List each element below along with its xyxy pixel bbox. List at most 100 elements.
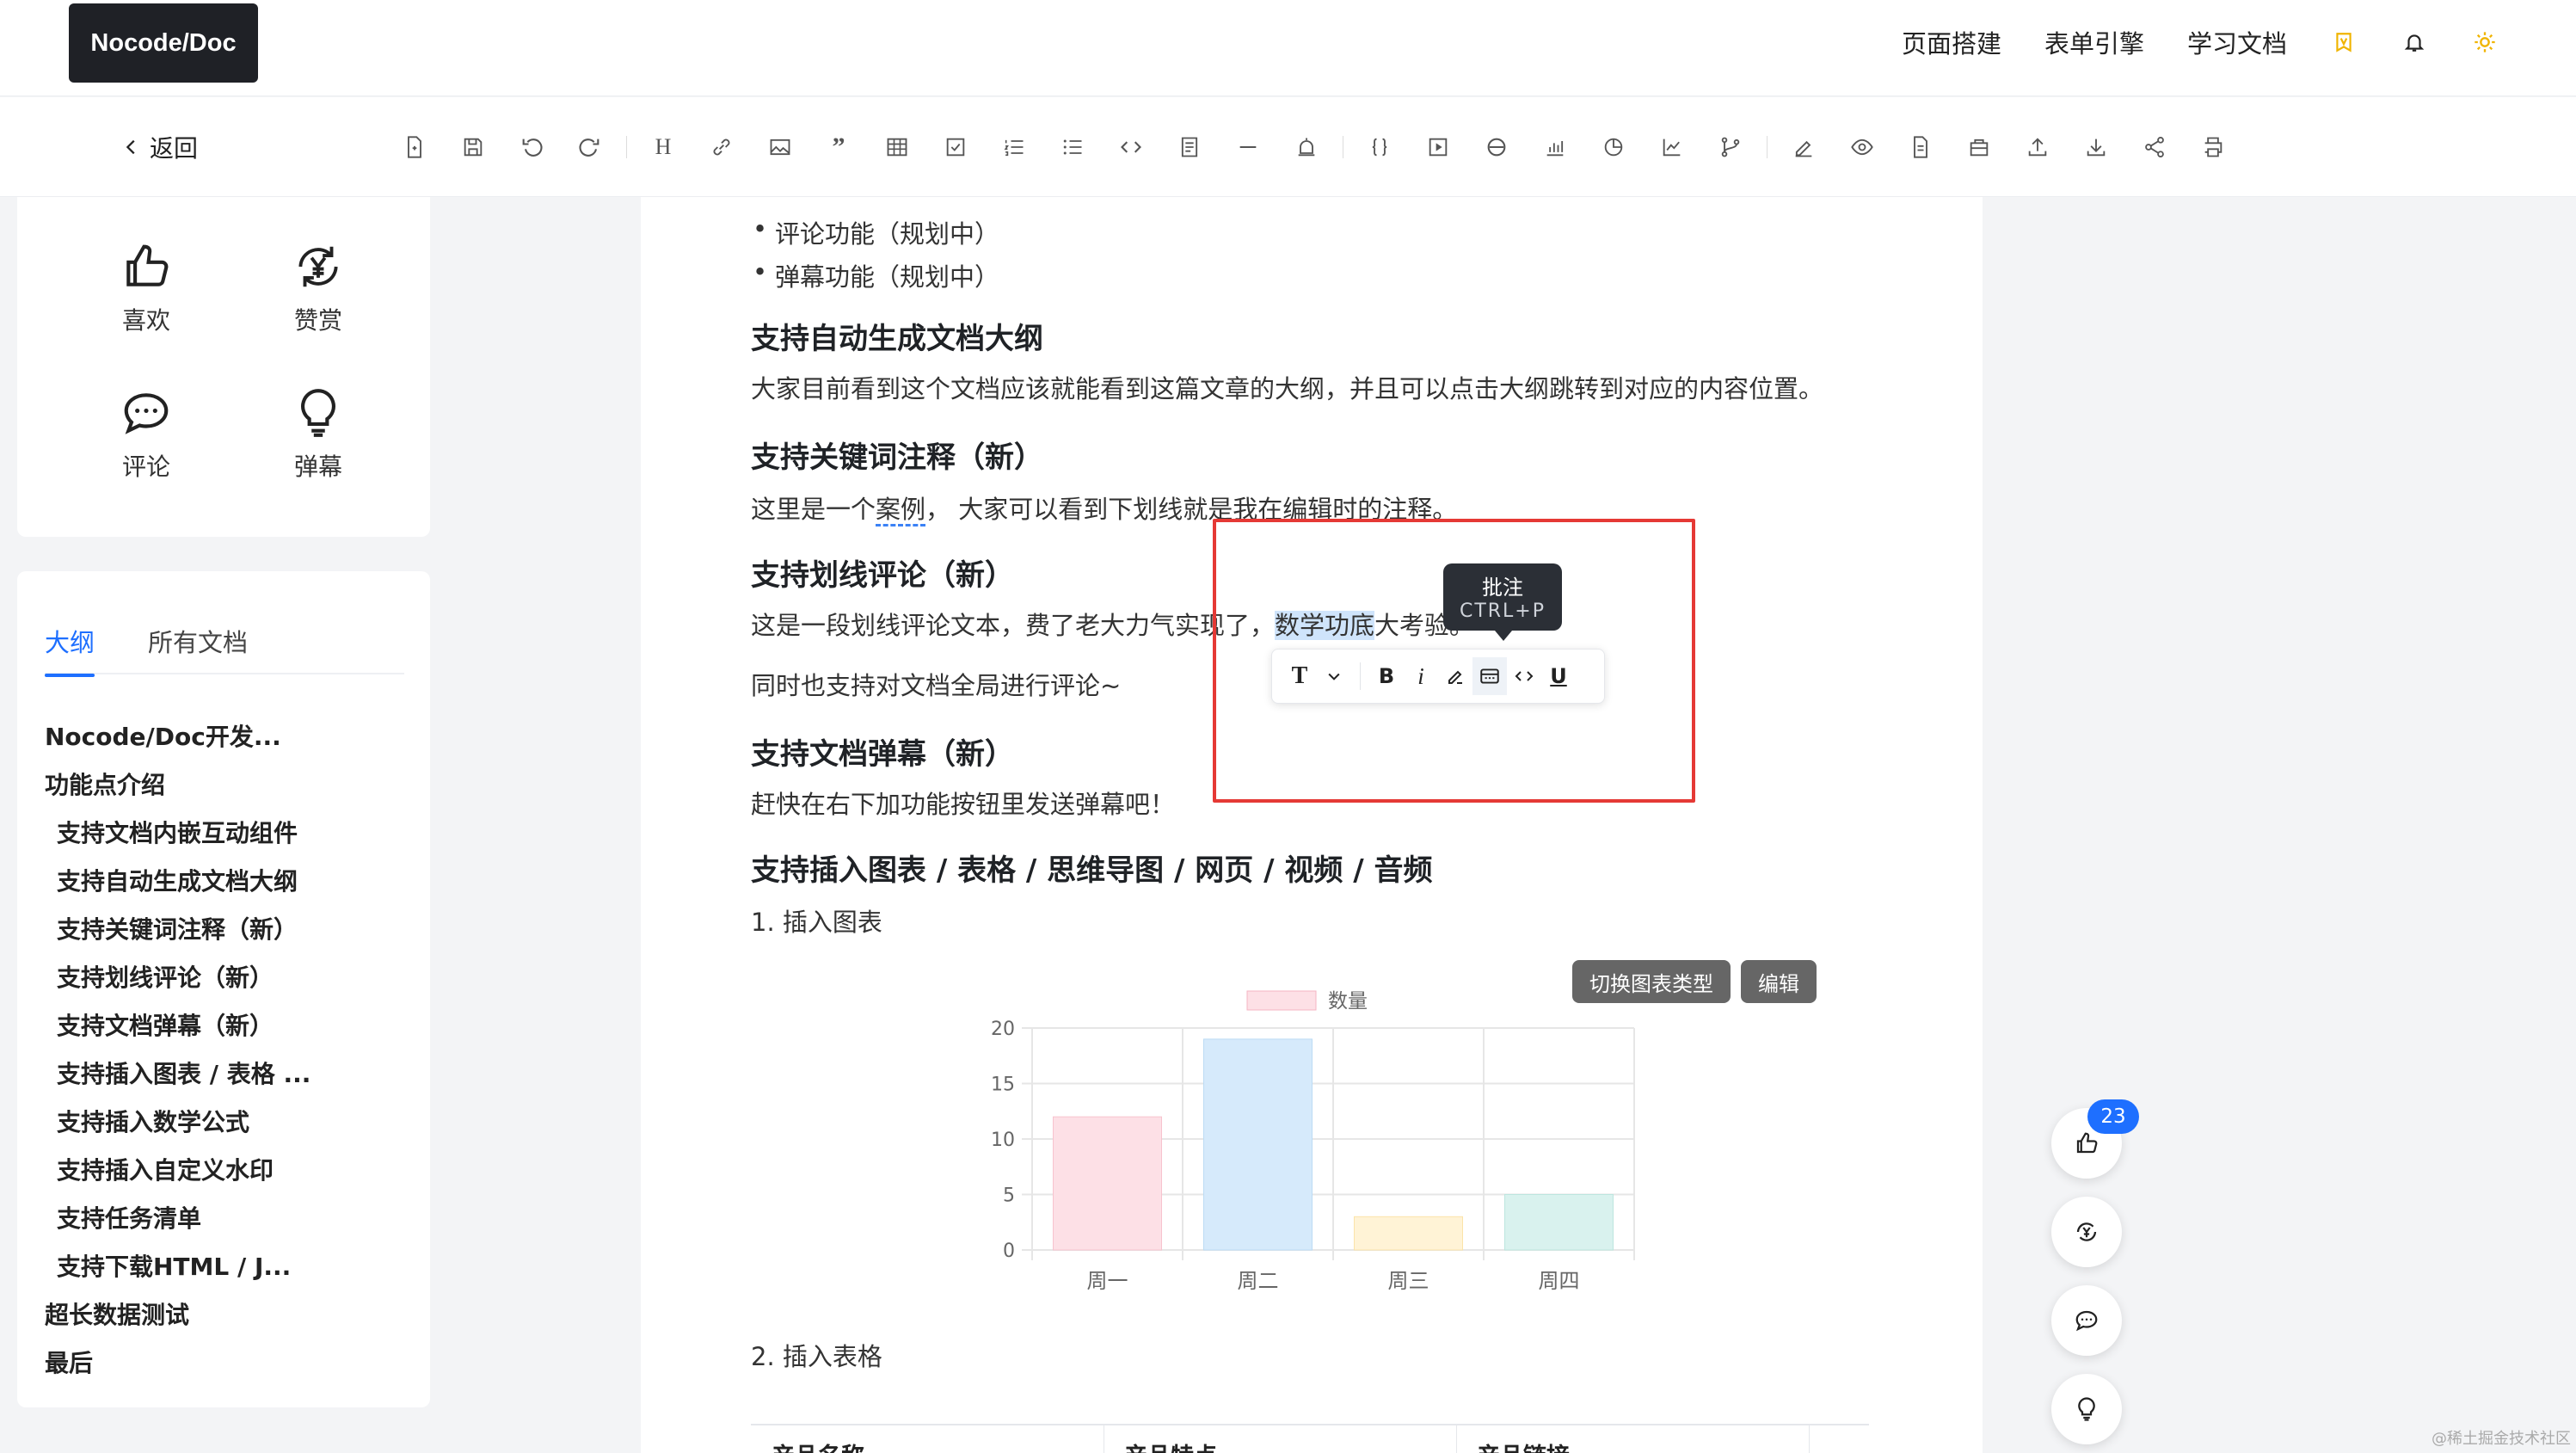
template-icon[interactable] [1950,132,2008,163]
inline-code-icon[interactable] [1507,657,1541,695]
text-type-button[interactable]: T [1282,657,1317,695]
highlight-pen-icon[interactable] [1438,657,1472,695]
download-icon[interactable] [2067,132,2125,163]
bell-icon[interactable] [2401,28,2428,56]
top-nav: 页面搭建 表单引擎 学习文档 [1902,24,2499,60]
new-doc-icon[interactable] [385,132,444,163]
table-header-cell: 产品名称 [772,1438,864,1453]
pie-chart-icon[interactable] [1584,132,1643,163]
comment-button[interactable]: 评论 [86,386,206,483]
mindmap-icon[interactable] [1701,132,1760,163]
y-tick-label: 5 [1003,1185,1015,1207]
outline-item[interactable]: 支持下载HTML / J... [45,1243,415,1291]
outline-item[interactable]: 功能点介绍 [45,761,415,810]
thumb-up-icon [126,244,169,286]
outline-list: Nocode/Doc开发... 功能点介绍 支持文档内嵌互动组件 支持自动生成文… [45,713,415,1388]
yuan-exchange-icon [298,246,338,287]
float-comment-button[interactable] [2051,1285,2122,1356]
comment-label: 评论 [121,453,170,481]
outline-item[interactable]: 支持插入图表 / 表格 ... [45,1050,415,1099]
upload-icon[interactable] [2008,132,2067,163]
like-count-badge: 23 [2087,1099,2139,1134]
legend-swatch [1246,990,1317,1011]
code-icon[interactable] [1102,132,1160,163]
reward-button[interactable]: 赞赏 [258,240,378,336]
paragraph: 同时也支持对文档全局进行评论~ [751,671,1122,700]
toolbar-divider [626,136,627,158]
outline-item[interactable]: 支持插入自定义水印 [45,1147,415,1195]
text-span: 这里是一个 [751,495,876,524]
paragraph: 2. 插入表格 [751,1342,882,1371]
ordered-list-icon[interactable] [985,132,1043,163]
logo[interactable]: Nocode/Doc [69,3,258,83]
print-icon[interactable] [2184,132,2242,163]
outline-item[interactable]: 支持关键词注释（新） [45,906,415,954]
edit-chart-button[interactable]: 编辑 [1741,960,1817,1003]
chevron-down-icon[interactable] [1317,657,1351,695]
bar-周一 [1053,1116,1162,1251]
code-block-icon[interactable] [1160,132,1219,163]
like-button[interactable]: 喜欢 [86,240,206,336]
y-tick-label: 0 [1003,1241,1015,1262]
undo-icon[interactable] [502,132,561,163]
outline-item[interactable]: 支持插入数学公式 [45,1099,415,1147]
toolbar-divider [1360,662,1361,690]
table-divider [1456,1425,1457,1453]
sun-icon[interactable] [2471,28,2499,56]
outline-item[interactable]: 最后 [45,1339,415,1388]
vip-badge-icon[interactable] [2330,28,2358,56]
share-icon[interactable] [2125,132,2184,163]
quote-icon[interactable]: ” [809,132,868,163]
line-chart-icon[interactable] [1643,132,1701,163]
alarm-icon[interactable] [1277,132,1336,163]
outline-item[interactable]: 支持任务清单 [45,1195,415,1243]
video-icon[interactable] [1409,132,1467,163]
heading-icon[interactable]: H [634,132,692,163]
outline-item[interactable]: 支持文档弹幕（新） [45,1002,415,1050]
image-icon[interactable] [751,132,809,163]
bold-button[interactable]: B [1369,657,1404,695]
horizontal-rule-icon[interactable] [1219,132,1277,163]
annotate-tooltip: 批注 CTRL+P [1443,563,1562,641]
bar-chart-icon[interactable] [1526,132,1584,163]
italic-button[interactable]: i [1404,657,1438,695]
nav-learning-docs[interactable]: 学习文档 [2187,24,2287,60]
float-danmu-button[interactable] [2051,1374,2122,1444]
y-tick-label: 20 [991,1019,1015,1040]
checkbox-icon[interactable] [926,132,985,163]
tooltip-shortcut: CTRL+P [1459,600,1546,622]
tab-all-docs[interactable]: 所有文档 [148,623,248,674]
table-header-row: 产品名称 产品特点 产品链接 [751,1424,1869,1453]
nav-page-builder[interactable]: 页面搭建 [1902,24,2001,60]
nav-form-engine[interactable]: 表单引擎 [2044,24,2144,60]
annotated-keyword[interactable]: 案例 [876,495,926,526]
annotate-icon[interactable] [1472,657,1507,695]
x-tick-label: 周四 [1539,1269,1580,1293]
paragraph: 赶快在右下加功能按钮里发送弹幕吧！ [751,790,1176,819]
y-tick-label: 15 [991,1074,1015,1096]
outline-item[interactable]: 支持文档内嵌互动组件 [45,810,415,858]
bar-chart: 数量 0 5 10 15 20 周一 周二 周三 周四 [991,990,1635,1293]
redo-icon[interactable] [561,132,619,163]
outline-item[interactable]: 支持自动生成文档大纲 [45,858,415,906]
like-label: 喜欢 [121,306,170,335]
outline-item[interactable]: Nocode/Doc开发... [45,713,415,761]
tab-outline[interactable]: 大纲 [45,623,95,677]
bulb-icon [2078,1397,2095,1421]
outline-item[interactable]: 支持划线评论（新） [45,954,415,1002]
sign-icon[interactable] [1774,132,1833,163]
text-span: 这是一段划线评论文本，费了老大力气实现了， [751,611,1276,640]
document-icon[interactable] [1891,132,1950,163]
bullet-list-icon[interactable] [1043,132,1102,163]
danmu-button[interactable]: 弹幕 [258,386,378,483]
outline-item[interactable]: 超长数据测试 [45,1291,415,1339]
table-icon[interactable] [868,132,926,163]
link-icon[interactable] [692,132,751,163]
braces-icon[interactable] [1350,132,1409,163]
underline-button[interactable]: U [1541,657,1576,695]
float-reward-button[interactable] [2051,1197,2122,1267]
preview-icon[interactable] [1833,132,1891,163]
save-icon[interactable] [444,132,502,163]
back-button[interactable]: 返回 [122,130,198,164]
web-icon[interactable] [1467,132,1526,163]
